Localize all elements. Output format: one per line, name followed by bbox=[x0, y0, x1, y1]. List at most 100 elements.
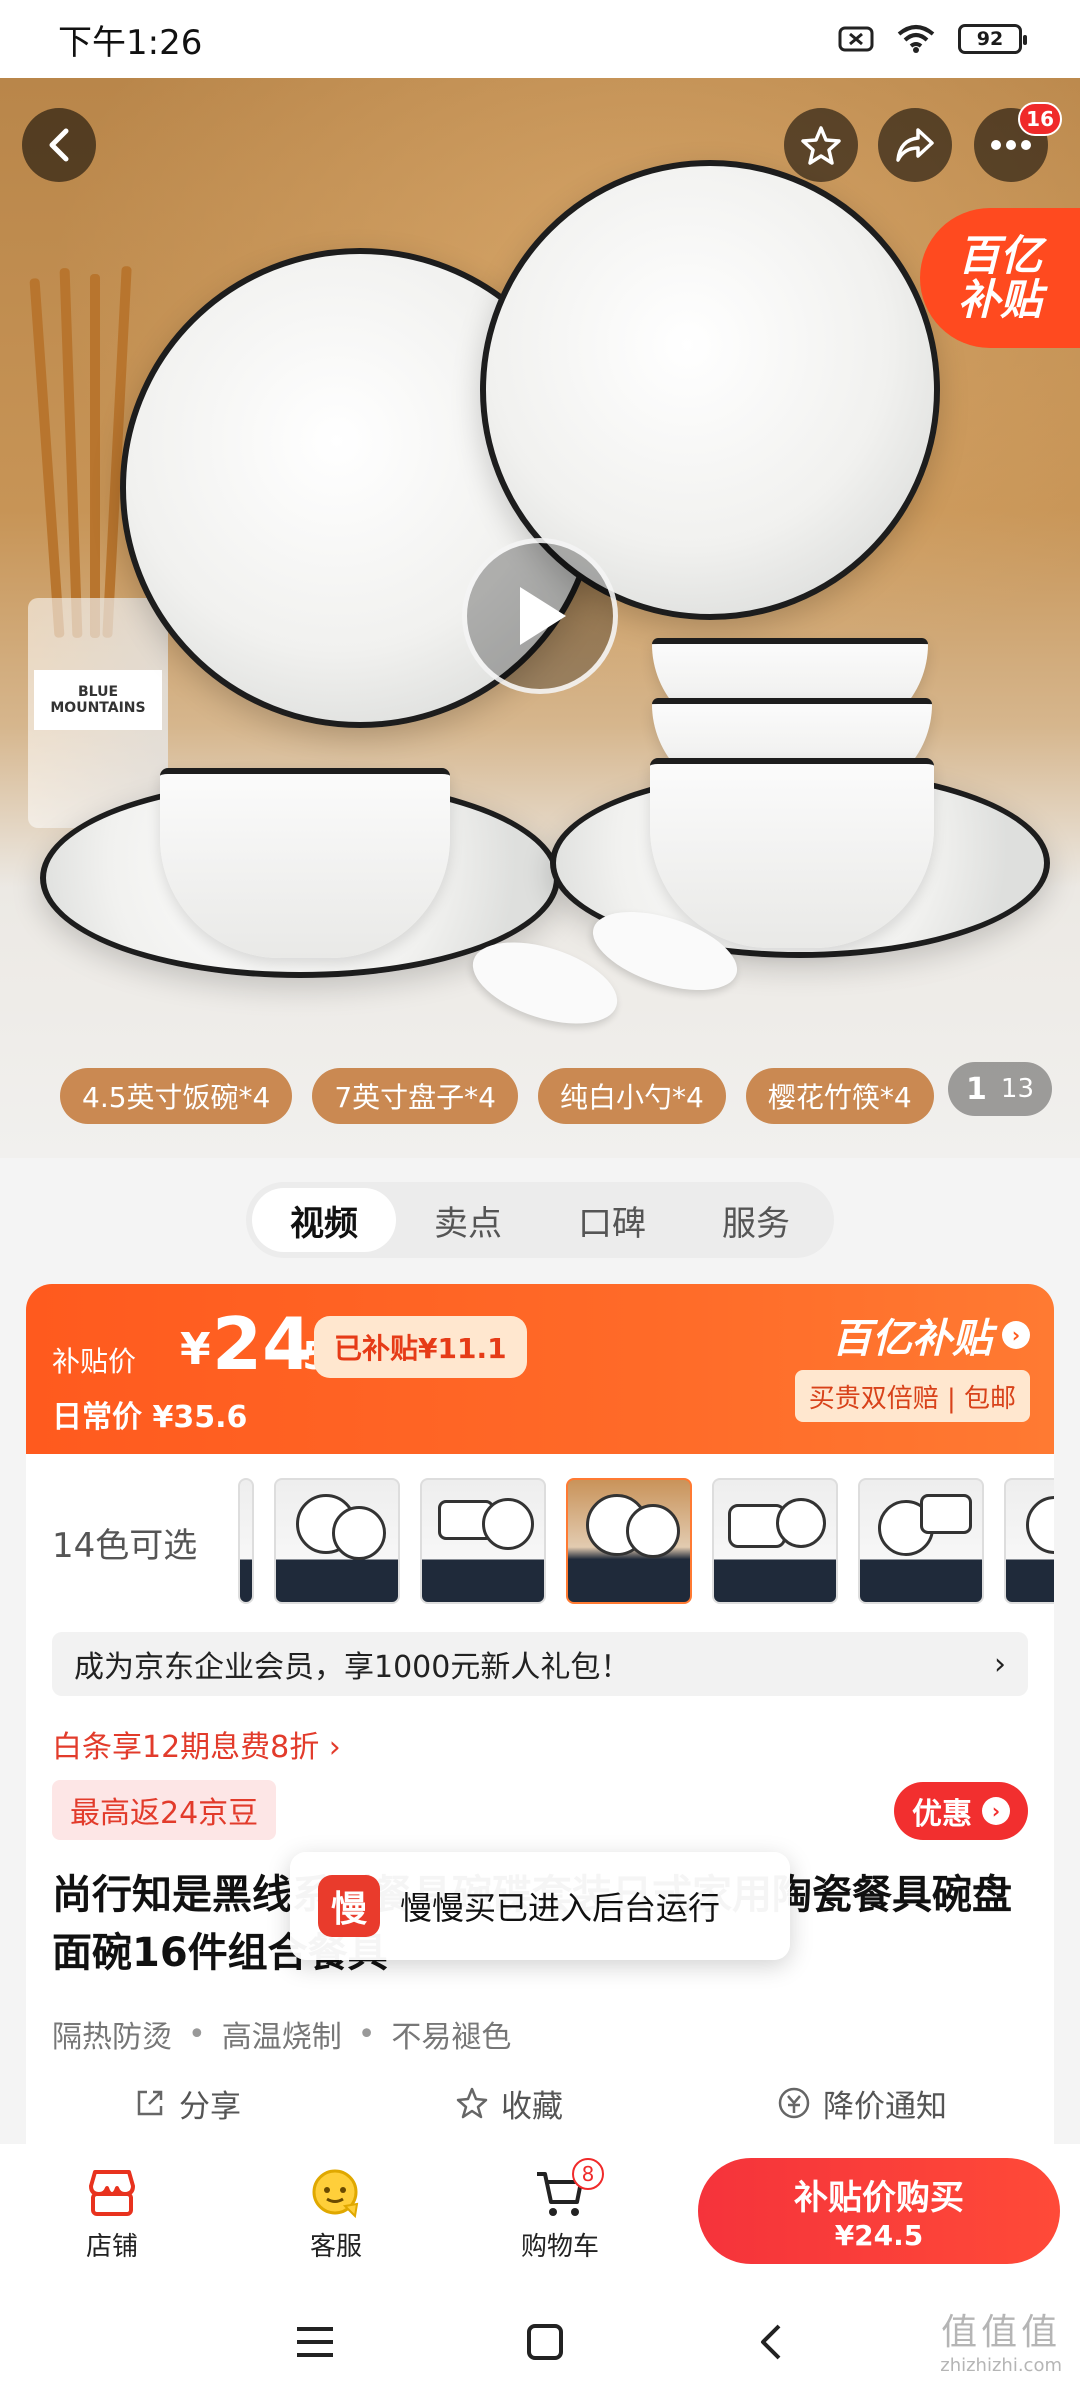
spec-chip[interactable]: 4.5英寸饭碗*4 bbox=[60, 1068, 293, 1124]
cart-button[interactable]: 8 购物车 bbox=[448, 2157, 672, 2263]
back-icon bbox=[49, 128, 69, 162]
spec-chip[interactable]: 樱花竹筷*4 bbox=[745, 1068, 934, 1124]
status-time: 下午1:26 bbox=[58, 22, 203, 63]
sim-off-icon bbox=[838, 26, 874, 52]
store-button[interactable]: 店铺 bbox=[0, 2166, 224, 2263]
star-icon bbox=[801, 126, 841, 165]
perks-badge[interactable]: 买贵双倍赔 | 包邮 bbox=[794, 1370, 1030, 1422]
tab-selling-points[interactable]: 卖点 bbox=[396, 1188, 540, 1252]
status-bar: 下午1:26 92 bbox=[0, 0, 1080, 78]
subsidy-buy-button[interactable]: 补贴价购买 ¥24.5 bbox=[698, 2158, 1060, 2264]
price-card: 补贴价 ¥ 24 .5 已补贴¥11.1 日常价 ¥35.6 百亿补贴 › 买贵… bbox=[26, 1284, 1054, 1454]
color-thumbnail[interactable] bbox=[858, 1478, 984, 1604]
price-currency: ¥ bbox=[180, 1324, 211, 1375]
back-button[interactable] bbox=[22, 108, 96, 182]
toast-text: 慢慢买已进入后台运行 bbox=[400, 1889, 721, 1927]
spec-chips: 4.5英寸饭碗*4 7英寸盘子*4 纯白小勺*4 樱花竹筷*4 bbox=[60, 1068, 934, 1124]
price-alert-button[interactable]: 降价通知 bbox=[777, 2081, 947, 2126]
feature-tag: 隔热防烫 bbox=[52, 2020, 172, 2055]
price-drop-icon bbox=[778, 2087, 810, 2119]
watermark: 值值值 zhizhizhi.com bbox=[940, 2303, 1062, 2376]
dot-separator: • bbox=[357, 2016, 376, 2052]
color-thumbnail[interactable] bbox=[566, 1478, 692, 1604]
manmanmai-app-icon: 慢 bbox=[318, 1875, 380, 1937]
section-tabs: 视频 卖点 口碑 服务 bbox=[246, 1182, 834, 1258]
menu-icon[interactable] bbox=[295, 2325, 335, 2359]
tab-reviews[interactable]: 口碑 bbox=[540, 1188, 684, 1252]
image-pager: 1 13 bbox=[948, 1062, 1052, 1116]
spec-chip[interactable]: 纯白小勺*4 bbox=[538, 1068, 726, 1124]
bowl bbox=[160, 768, 450, 958]
enterprise-text: 成为京东企业会员，享1000元新人礼包！ bbox=[74, 1650, 631, 1685]
color-thumbnail[interactable] bbox=[238, 1478, 254, 1604]
share-icon bbox=[137, 2090, 163, 2116]
dot-separator: • bbox=[188, 2016, 206, 2052]
pager-total: 13 bbox=[1000, 1074, 1034, 1104]
daily-price: 日常价 ¥35.6 bbox=[52, 1400, 248, 1435]
store-label: 店铺 bbox=[85, 2231, 138, 2262]
wifi-icon bbox=[897, 25, 935, 53]
chopstick bbox=[90, 274, 100, 638]
color-thumbnail[interactable] bbox=[1004, 1478, 1054, 1604]
favorite-button[interactable]: 收藏 bbox=[455, 2081, 563, 2126]
favorite-label: 收藏 bbox=[501, 2088, 563, 2125]
service-label: 客服 bbox=[309, 2231, 362, 2262]
enterprise-member-banner[interactable]: 成为京东企业会员，享1000元新人礼包！ › bbox=[52, 1632, 1028, 1696]
share-label: 分享 bbox=[179, 2088, 241, 2125]
system-navigation-bar bbox=[0, 2284, 1080, 2400]
cart-label: 购物车 bbox=[520, 2231, 599, 2262]
feature-tags: 隔热防烫 • 高温烧制 • 不易褪色 bbox=[52, 2012, 511, 2056]
customer-service-button[interactable]: 客服 bbox=[224, 2166, 448, 2263]
pager-current: 1 bbox=[966, 1071, 987, 1107]
share-top-button[interactable] bbox=[878, 108, 952, 182]
baitiao-installment-link[interactable]: 白条享12期息费8折 › bbox=[52, 1722, 341, 1766]
subsidized-amount-badge: 已补贴¥11.1 bbox=[314, 1316, 527, 1378]
jar-label: BLUE MOUNTAINS bbox=[34, 670, 162, 730]
product-detail-page: 下午1:26 92 BLUE MOUNTAINS 16 百亿 补贴 4.5英寸饭… bbox=[0, 0, 1080, 2400]
buy-button-label: 补贴价购买 bbox=[794, 2178, 964, 2218]
promo-label: 优惠 bbox=[912, 1797, 972, 1832]
share-button[interactable]: 分享 bbox=[133, 2081, 241, 2126]
color-thumbnail[interactable] bbox=[274, 1478, 400, 1604]
store-icon bbox=[89, 2169, 135, 2216]
buy-button-price: ¥24.5 bbox=[834, 2219, 924, 2252]
price-label: 补贴价 bbox=[52, 1345, 137, 1378]
product-hero-image[interactable]: BLUE MOUNTAINS 16 百亿 补贴 4.5英寸饭碗*4 7英寸盘子*… bbox=[0, 78, 1080, 1158]
subsidy-brand-text: 百亿补贴 bbox=[832, 1316, 992, 1362]
customer-service-icon bbox=[312, 2169, 359, 2218]
tab-video[interactable]: 视频 bbox=[252, 1188, 396, 1252]
chopstick-jar: BLUE MOUNTAINS bbox=[28, 598, 168, 828]
price-alert-label: 降价通知 bbox=[823, 2088, 947, 2125]
play-icon bbox=[520, 587, 566, 645]
tab-service[interactable]: 服务 bbox=[684, 1188, 828, 1252]
play-video-button[interactable] bbox=[462, 538, 618, 694]
watermark-title: 值值值 bbox=[941, 2312, 1062, 2353]
chevron-right-icon: › bbox=[1002, 1321, 1030, 1349]
color-thumbnails bbox=[238, 1478, 1054, 1606]
spec-chip[interactable]: 7英寸盘子*4 bbox=[312, 1068, 518, 1124]
subsidy-corner-line1: 百亿 bbox=[957, 230, 1042, 280]
chevron-right-icon: › bbox=[994, 1646, 1006, 1682]
bottom-action-bar: 店铺 客服 8 购物车 补贴价购买 ¥24.5 bbox=[0, 2144, 1080, 2284]
color-selector[interactable]: 14色可选 bbox=[26, 1478, 1054, 1606]
back-nav-icon[interactable] bbox=[755, 2322, 785, 2362]
star-icon bbox=[456, 2087, 488, 2119]
subsidy-brand-link[interactable]: 百亿补贴 › bbox=[832, 1306, 1030, 1364]
share-icon bbox=[896, 128, 934, 162]
color-thumbnail[interactable] bbox=[420, 1478, 546, 1604]
subsidy-corner-line2: 补贴 bbox=[957, 275, 1042, 324]
promo-button[interactable]: 优惠 › bbox=[894, 1782, 1028, 1840]
battery-level: 92 bbox=[976, 28, 1004, 50]
feature-tag: 高温烧制 bbox=[221, 2020, 342, 2055]
favorite-top-button[interactable] bbox=[784, 108, 858, 182]
more-badge: 16 bbox=[1018, 102, 1062, 136]
jd-bean-tag: 最高返24京豆 bbox=[52, 1780, 277, 1840]
watermark-url: zhizhizhi.com bbox=[940, 2355, 1062, 2376]
home-icon[interactable] bbox=[526, 2323, 564, 2361]
chevron-right-icon: › bbox=[982, 1797, 1010, 1825]
product-info-card: 14色可选 成为京东企业会员，享1000元新人礼包！ › 白条享12期息费8折 … bbox=[26, 1454, 1054, 2144]
product-actions: 分享 收藏 降价通知 bbox=[26, 2070, 1054, 2136]
color-thumbnail[interactable] bbox=[712, 1478, 838, 1604]
subsidy-corner-badge[interactable]: 百亿 补贴 bbox=[920, 208, 1080, 348]
battery-icon: 92 bbox=[958, 24, 1027, 54]
